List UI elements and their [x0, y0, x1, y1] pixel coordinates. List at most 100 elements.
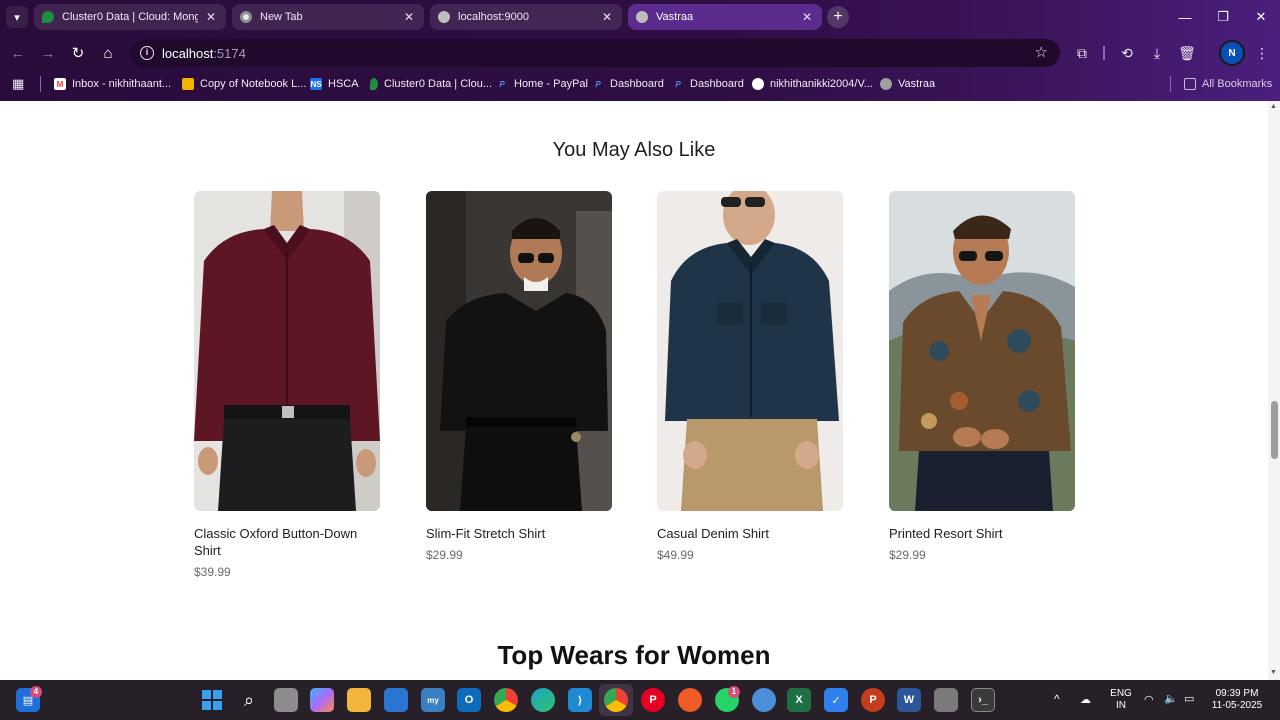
address-bar[interactable]: i localhost :5174 ☆	[130, 39, 1060, 67]
word-icon[interactable]: W	[897, 688, 921, 712]
minimize-icon[interactable]: —	[1166, 0, 1204, 34]
chevron-up-icon[interactable]: ^	[1054, 693, 1060, 705]
chrome-profile-icon[interactable]	[604, 688, 628, 712]
bookmarks-bar: ▦ M Inbox - nikhithaant... Copy of Noteb…	[0, 72, 1280, 96]
close-icon[interactable]: ✕	[402, 10, 416, 24]
onedrive-icon[interactable]: ☁	[1080, 694, 1091, 706]
product-card[interactable]: Classic Oxford Button-Down Shirt $39.99	[194, 191, 380, 579]
bookmark-label: Copy of Notebook L...	[200, 78, 307, 90]
taskview-icon[interactable]	[274, 688, 298, 712]
window-close-icon[interactable]: ✕	[1242, 0, 1280, 34]
toolbar-divider	[1103, 46, 1105, 60]
site-info-icon[interactable]: i	[140, 46, 154, 60]
outlook-icon[interactable]: O	[457, 688, 481, 712]
restore-icon[interactable]: ❐	[1204, 0, 1242, 34]
new-tab-button[interactable]: +	[827, 6, 849, 28]
scroll-up-arrow-icon[interactable]: ▲	[1270, 103, 1277, 110]
volume-icon[interactable]: 🔈	[1164, 693, 1178, 705]
mongodb-leaf-icon	[42, 11, 54, 23]
download-icon[interactable]: ⤓	[1145, 41, 1169, 65]
reload-icon[interactable]: ↻	[66, 41, 90, 65]
bookmark-cluster0[interactable]: Cluster0 Data | Clou...	[368, 75, 492, 93]
pinterest-icon[interactable]: P	[641, 688, 665, 712]
region-code: IN	[1116, 700, 1126, 711]
tab-new-tab[interactable]: New Tab ✕	[232, 4, 424, 30]
close-icon[interactable]: ✕	[800, 10, 814, 24]
bookmark-github[interactable]: nikhithanikki2004/V...	[752, 75, 873, 93]
bookmark-paypal-home[interactable]: P Home - PayPal	[496, 75, 588, 93]
teams-icon[interactable]	[752, 688, 776, 712]
scroll-down-arrow-icon[interactable]: ▼	[1270, 669, 1277, 676]
globe-icon	[636, 11, 648, 23]
page-scrollbar[interactable]: ▲ ▼	[1268, 101, 1280, 680]
gmail-icon: M	[54, 78, 66, 90]
product-price: $29.99	[426, 548, 463, 562]
tab-mongodb[interactable]: Cluster0 Data | Cloud: MongoDB ✕	[34, 4, 226, 30]
copilot-icon[interactable]	[310, 688, 334, 712]
bookmark-hsca[interactable]: NS HSCA	[310, 75, 359, 93]
snipping-icon[interactable]	[934, 688, 958, 712]
folder-icon	[1184, 78, 1196, 90]
bookmark-notebook[interactable]: Copy of Notebook L...	[182, 75, 306, 93]
bookmark-dashboard-2[interactable]: P Dashboard	[672, 75, 744, 93]
mysql-icon[interactable]: my	[421, 688, 445, 712]
scroll-thumb[interactable]	[1271, 401, 1278, 459]
product-card[interactable]: Printed Resort Shirt $29.99	[889, 191, 1075, 562]
product-name[interactable]: Classic Oxford Button-Down Shirt	[194, 525, 380, 559]
paypal-icon: P	[595, 79, 601, 89]
product-card[interactable]: Slim-Fit Stretch Shirt $29.99	[426, 191, 612, 562]
tab-search-button[interactable]: ▾	[6, 6, 28, 28]
menu-kebab-icon[interactable]: ⋮	[1250, 41, 1274, 65]
close-icon[interactable]: ✕	[204, 10, 218, 24]
clock[interactable]: 09:39 PM 11-05-2025	[1206, 688, 1268, 712]
product-image[interactable]	[426, 191, 612, 511]
windows-icon[interactable]	[200, 688, 224, 712]
powerpoint-icon[interactable]: P	[861, 688, 885, 712]
all-bookmarks-button[interactable]: All Bookmarks	[1184, 75, 1272, 93]
product-name[interactable]: Casual Denim Shirt	[657, 525, 843, 542]
mongodb-leaf-icon	[370, 78, 378, 90]
back-arrow-icon[interactable]: ←	[6, 41, 30, 65]
product-price: $49.99	[657, 548, 694, 562]
product-card[interactable]: Casual Denim Shirt $49.99	[657, 191, 843, 562]
product-photo-maroon-shirt	[194, 191, 380, 511]
bookmark-star-icon[interactable]: ☆	[1035, 43, 1048, 61]
folder-icon[interactable]	[347, 688, 371, 712]
store-icon[interactable]	[384, 688, 408, 712]
profile-avatar[interactable]: N	[1219, 40, 1245, 66]
paypal-icon: P	[675, 79, 681, 89]
globe-icon	[438, 11, 450, 23]
language-indicator[interactable]: ENG IN	[1108, 688, 1134, 712]
bookmark-dashboard-1[interactable]: P Dashboard	[592, 75, 664, 93]
tab-localhost-9000[interactable]: localhost:9000 ✕	[430, 4, 622, 30]
bookmark-vastraa[interactable]: Vastraa	[880, 75, 935, 93]
product-name[interactable]: Printed Resort Shirt	[889, 525, 1075, 542]
apps-grid-icon[interactable]: ▦	[12, 75, 24, 93]
search-icon[interactable]: ⌕	[237, 688, 261, 712]
globe-icon	[880, 78, 892, 90]
bookmark-inbox[interactable]: M Inbox - nikhithaant...	[54, 75, 171, 93]
tab-vastraa[interactable]: Vastraa ✕	[628, 4, 822, 30]
battery-icon[interactable]: ▭	[1184, 693, 1194, 705]
close-icon[interactable]: ✕	[600, 10, 614, 24]
trash-icon[interactable]: 🗑	[1175, 41, 1199, 65]
wifi-icon[interactable]: ◠	[1144, 694, 1154, 706]
product-image[interactable]	[657, 191, 843, 511]
edge-icon[interactable]	[531, 688, 555, 712]
todo-icon[interactable]: ✓	[824, 688, 848, 712]
product-image[interactable]	[889, 191, 1075, 511]
extensions-icon[interactable]: ⧉	[1070, 41, 1094, 65]
history-icon[interactable]: ⟲	[1115, 41, 1139, 65]
product-name[interactable]: Slim-Fit Stretch Shirt	[426, 525, 612, 542]
home-icon[interactable]: ⌂	[96, 41, 120, 65]
chrome-icon[interactable]	[494, 688, 518, 712]
product-photo-black-shirt	[426, 191, 612, 511]
vscode-icon[interactable]: ⟩	[568, 688, 592, 712]
postman-icon[interactable]	[678, 688, 702, 712]
product-image[interactable]	[194, 191, 380, 511]
product-photo-denim-shirt	[657, 191, 843, 511]
excel-icon[interactable]: X	[787, 688, 811, 712]
terminal-icon[interactable]: ›_	[971, 688, 995, 712]
forward-arrow-icon[interactable]: →	[36, 41, 60, 65]
tab-title: Vastraa	[656, 11, 694, 23]
